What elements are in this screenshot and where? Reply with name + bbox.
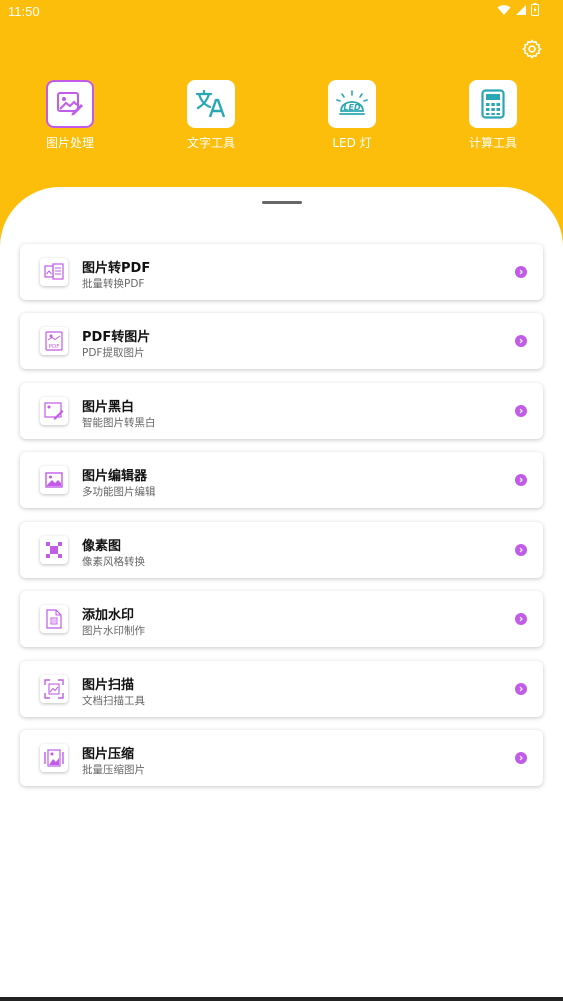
drag-handle[interactable] (262, 201, 302, 204)
feature-pixel[interactable]: 像素图 像素风格转换 (20, 522, 543, 578)
svg-text:PDF: PDF (49, 344, 60, 350)
feature-subtitle: 多功能图片编辑 (82, 486, 156, 498)
feature-compress[interactable]: 图片压缩 批量压缩图片 (20, 730, 543, 786)
feature-scan[interactable]: 图片扫描 文档扫描工具 (20, 661, 543, 717)
feature-subtitle: 智能图片转黑白 (82, 417, 156, 429)
black-white-icon (40, 397, 68, 425)
feature-title: 图片黑白 (82, 400, 135, 415)
tool-led[interactable]: LED LED 灯 (307, 80, 397, 151)
feature-title: 图片扫描 (82, 678, 135, 693)
feature-title: 图片编辑器 (82, 469, 148, 484)
chevron-right-icon (515, 752, 527, 764)
feature-title: 图片压缩 (82, 747, 135, 762)
feature-title: 图片转PDF (82, 261, 151, 276)
translate-icon (195, 89, 226, 118)
image-edit-icon (57, 92, 83, 116)
wifi-icon (497, 4, 511, 15)
calculator-icon (481, 89, 505, 119)
pdf-to-image-icon: PDF (40, 327, 68, 355)
chevron-right-icon (515, 544, 527, 556)
status-icons (497, 3, 539, 16)
tool-label: 文字工具 (186, 136, 235, 150)
status-time: 11:50 (8, 4, 40, 19)
watermark-icon (40, 605, 68, 633)
feature-title: 添加水印 (82, 608, 135, 623)
feature-image-to-pdf[interactable]: 图片转PDF 批量转换PDF (20, 244, 543, 300)
chevron-right-icon (515, 613, 527, 625)
chevron-right-icon (515, 405, 527, 417)
image-editor-icon (40, 466, 68, 494)
bottom-edge (0, 997, 563, 1001)
tool-tile (46, 80, 94, 128)
feature-subtitle: 批量转换PDF (82, 278, 145, 290)
chevron-right-icon (515, 335, 527, 347)
feature-pdf-to-image[interactable]: PDF PDF转图片 PDF提取图片 (20, 313, 543, 369)
top-tools: 图片处理 文字工具 LED LED 灯 计算工具 (0, 80, 563, 160)
chevron-right-icon (515, 474, 527, 486)
feature-title: PDF转图片 (82, 330, 151, 345)
tool-label: 计算工具 (468, 136, 517, 150)
svg-text:LED: LED (343, 103, 361, 112)
compress-icon (40, 744, 68, 772)
status-bar: 11:50 (0, 0, 563, 24)
feature-title: 像素图 (82, 539, 122, 554)
feature-subtitle: PDF提取图片 (82, 347, 145, 359)
pixel-icon (40, 536, 68, 564)
tool-tile (187, 80, 235, 128)
feature-subtitle: 文档扫描工具 (82, 695, 145, 707)
battery-icon (531, 3, 539, 16)
feature-watermark[interactable]: 添加水印 图片水印制作 (20, 591, 543, 647)
settings-button[interactable] (521, 38, 543, 60)
tool-image-processing[interactable]: 图片处理 (25, 80, 115, 151)
feature-subtitle: 像素风格转换 (82, 556, 145, 568)
image-to-pdf-icon (40, 258, 68, 286)
feature-subtitle: 批量压缩图片 (82, 764, 145, 776)
tool-label: 图片处理 (45, 136, 94, 150)
signal-icon (516, 4, 526, 15)
gear-icon (522, 39, 542, 59)
feature-image-editor[interactable]: 图片编辑器 多功能图片编辑 (20, 452, 543, 508)
chevron-right-icon (515, 266, 527, 278)
feature-black-white[interactable]: 图片黑白 智能图片转黑白 (20, 383, 543, 439)
tool-calculator[interactable]: 计算工具 (448, 80, 538, 151)
tool-tile (469, 80, 517, 128)
led-icon: LED (336, 90, 368, 115)
tool-label: LED 灯 (332, 136, 372, 150)
tool-tile: LED (328, 80, 376, 128)
feature-subtitle: 图片水印制作 (82, 625, 145, 637)
tool-text[interactable]: 文字工具 (166, 80, 256, 151)
chevron-right-icon (515, 683, 527, 695)
scan-icon (40, 675, 68, 703)
